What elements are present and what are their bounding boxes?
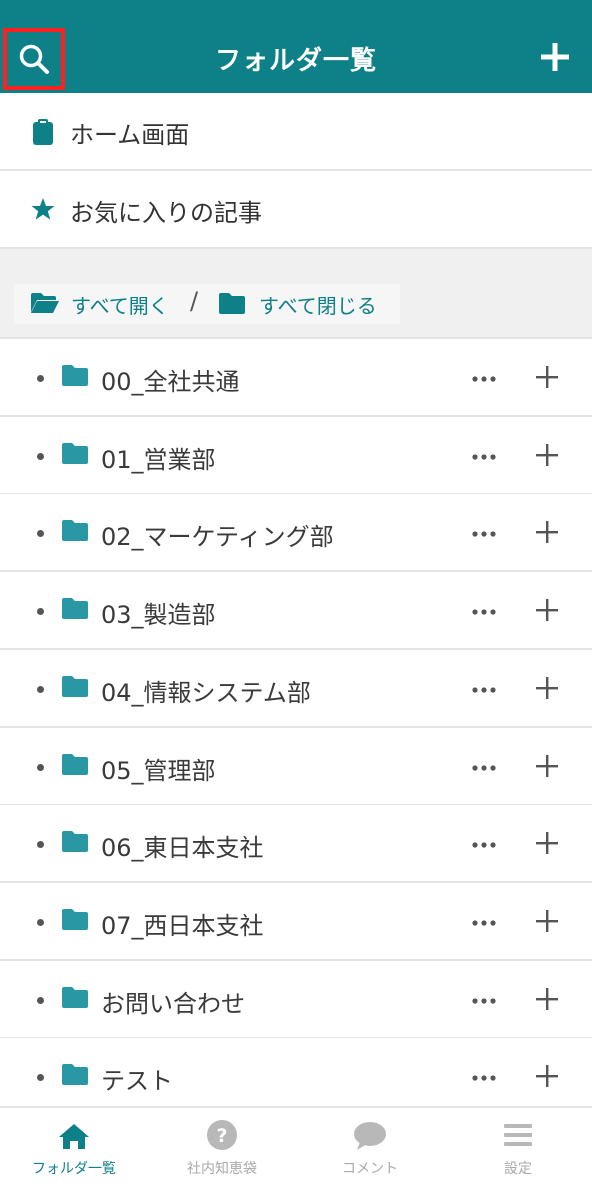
folder-row[interactable]: 01_営業部 (0, 417, 592, 495)
add-subfolder-icon[interactable] (536, 988, 558, 1010)
tab-label: フォルダ一覧 (32, 1161, 116, 1177)
tab-label: 設定 (504, 1161, 532, 1177)
folder-closed-icon (219, 293, 245, 314)
add-subfolder-icon[interactable] (536, 366, 558, 388)
folder-label: 01_営業部 (101, 446, 216, 474)
more-options-icon[interactable] (470, 524, 498, 544)
folder-label: 02_マーケティング部 (101, 523, 334, 551)
more-options-icon[interactable] (470, 758, 498, 778)
clipboard-icon (33, 119, 53, 145)
folder-label: 04_情報システム部 (101, 679, 311, 707)
more-options-icon[interactable] (470, 602, 498, 622)
bullet (37, 453, 44, 460)
expand-all-link[interactable]: すべて開く (71, 290, 169, 319)
tab-folder-list[interactable]: フォルダ一覧 (0, 1108, 148, 1203)
folder-row[interactable]: 04_情報システム部 (0, 650, 592, 728)
bullet (37, 375, 44, 382)
folder-label: 03_製造部 (101, 601, 216, 629)
svg-text:?: ? (216, 1125, 227, 1147)
bullet (37, 530, 44, 537)
bullet (37, 764, 44, 771)
add-subfolder-icon[interactable] (536, 755, 558, 777)
menu-icon (504, 1124, 532, 1146)
folder-row[interactable]: テスト (0, 1038, 592, 1116)
more-options-icon[interactable] (470, 913, 498, 933)
add-subfolder-icon[interactable] (536, 599, 558, 621)
folder-label: 06_東日本支社 (101, 834, 264, 862)
bullet (37, 997, 44, 1004)
folder-label: お問い合わせ (101, 990, 245, 1018)
bullet (37, 841, 44, 848)
folder-icon (62, 443, 88, 464)
tab-settings[interactable]: 設定 (444, 1108, 592, 1203)
add-subfolder-icon[interactable] (536, 444, 558, 466)
collapse-all-link[interactable]: すべて閉じる (259, 290, 377, 319)
add-subfolder-icon[interactable] (536, 910, 558, 932)
folder-icon (62, 987, 88, 1008)
home-icon (59, 1124, 89, 1149)
folder-row[interactable]: 05_管理部 (0, 728, 592, 806)
folder-row[interactable]: 03_製造部 (0, 572, 592, 650)
more-options-icon[interactable] (470, 991, 498, 1011)
tab-label: 社内知恵袋 (187, 1161, 257, 1177)
folder-label: 05_管理部 (101, 757, 216, 785)
more-options-icon[interactable] (470, 835, 498, 855)
nav-home[interactable]: ホーム画面 (0, 93, 592, 171)
tab-comments[interactable]: コメント (296, 1108, 444, 1203)
folder-icon (62, 598, 88, 619)
app-header: フォルダ一覧 (0, 0, 592, 93)
comment-icon (354, 1122, 386, 1150)
more-options-icon[interactable] (470, 369, 498, 389)
more-options-icon[interactable] (470, 447, 498, 467)
folder-row[interactable]: お問い合わせ (0, 961, 592, 1039)
folder-row[interactable]: 06_東日本支社 (0, 805, 592, 883)
folder-label: 00_全社共通 (101, 368, 240, 396)
bottom-tab-bar: フォルダ一覧 ? 社内知恵袋 コメント 設定 (0, 1106, 592, 1203)
folder-icon (62, 831, 88, 852)
nav-favorites-label: お気に入りの記事 (70, 199, 262, 227)
plus-icon (541, 43, 569, 71)
more-options-icon[interactable] (470, 1068, 498, 1088)
toggle-separator: / (190, 287, 199, 315)
question-icon: ? (207, 1120, 237, 1150)
nav-home-label: ホーム画面 (70, 121, 190, 149)
folder-icon (62, 909, 88, 930)
add-subfolder-icon[interactable] (536, 677, 558, 699)
star-icon (31, 198, 55, 220)
folder-row[interactable]: 00_全社共通 (0, 339, 592, 417)
folder-icon (62, 365, 88, 386)
bullet (37, 608, 44, 615)
add-folder-button[interactable] (538, 40, 572, 74)
folder-open-icon (31, 293, 59, 313)
folder-icon (62, 1064, 88, 1085)
folder-icon (62, 676, 88, 697)
folder-label: 07_西日本支社 (101, 912, 264, 940)
folder-row[interactable]: 07_西日本支社 (0, 883, 592, 961)
bullet (37, 686, 44, 693)
folder-row[interactable]: 02_マーケティング部 (0, 494, 592, 572)
add-subfolder-icon[interactable] (536, 1065, 558, 1087)
bullet (37, 1074, 44, 1081)
more-options-icon[interactable] (470, 680, 498, 700)
tab-label: コメント (342, 1161, 398, 1177)
nav-favorites[interactable]: お気に入りの記事 (0, 171, 592, 249)
bullet (37, 919, 44, 926)
add-subfolder-icon[interactable] (536, 521, 558, 543)
folder-icon (62, 520, 88, 541)
folder-label: テスト (101, 1067, 173, 1095)
add-subfolder-icon[interactable] (536, 832, 558, 854)
tab-knowledge[interactable]: ? 社内知恵袋 (148, 1108, 296, 1203)
page-title: フォルダ一覧 (214, 46, 377, 76)
folder-icon (62, 754, 88, 775)
